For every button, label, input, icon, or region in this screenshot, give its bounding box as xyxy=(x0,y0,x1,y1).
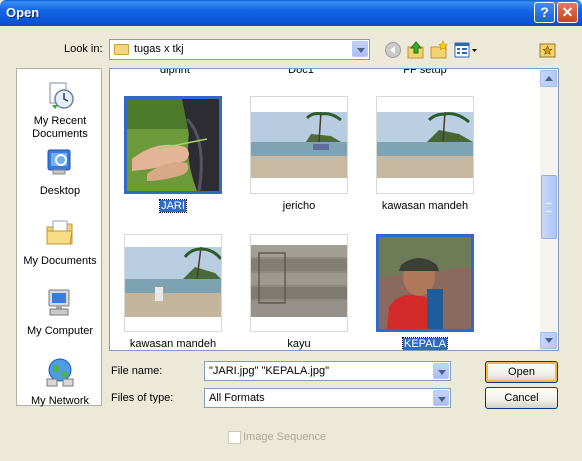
file-item-jericho[interactable]: jericho xyxy=(236,96,356,226)
thumbnail-frame xyxy=(250,96,348,194)
open-button[interactable]: Open xyxy=(485,361,558,383)
file-name: KEPALA xyxy=(402,337,448,350)
scroll-up-button[interactable] xyxy=(540,70,557,87)
vertical-scrollbar[interactable] xyxy=(540,69,558,350)
window-title: Open xyxy=(6,5,40,20)
cancel-button[interactable]: Cancel xyxy=(485,387,558,409)
file-item-jari[interactable]: JARI xyxy=(110,96,230,226)
thumbnail-frame xyxy=(124,96,222,194)
file-name: JARI xyxy=(159,199,187,213)
file-name: jericho xyxy=(282,200,316,212)
file-item-kepala[interactable]: KEPALA xyxy=(362,234,482,350)
thumbnail-fingers-grass xyxy=(127,99,219,191)
close-button[interactable]: ✕ xyxy=(557,2,578,23)
partial-file-label[interactable]: FF setup xyxy=(362,69,488,76)
my-network-icon xyxy=(46,358,74,387)
chevron-down-icon[interactable] xyxy=(433,390,449,406)
new-folder-icon[interactable] xyxy=(429,40,449,60)
thumbnail-frame xyxy=(124,234,222,332)
filetype-value: All Formats xyxy=(209,392,265,404)
thumbnail-frame xyxy=(250,234,348,332)
favorites-icon[interactable] xyxy=(538,40,558,60)
folder-icon xyxy=(114,44,129,55)
thumbnail-portrait xyxy=(379,237,471,329)
filetype-label: Files of type: xyxy=(111,392,174,404)
image-sequence-label: Image Sequence xyxy=(243,431,327,443)
lookin-value: tugas x tkj xyxy=(134,43,184,55)
recent-documents-icon xyxy=(49,82,74,109)
place-my-computer[interactable]: My Computer xyxy=(17,283,103,349)
file-item-kawasan-mandeh-2[interactable]: kawasan mandeh xyxy=(110,234,230,350)
back-icon[interactable] xyxy=(383,40,403,60)
place-label-line2: Documents xyxy=(32,128,88,140)
chevron-down-icon[interactable] xyxy=(352,41,368,57)
thumbnail-wood xyxy=(251,245,347,317)
place-label-line1: Desktop xyxy=(39,185,81,197)
thumbnail-frame xyxy=(376,96,474,194)
open-dialog: Open ? ✕ Look in: tugas x tkj My Recent … xyxy=(0,0,582,461)
file-name: kawasan mandeh xyxy=(381,200,469,212)
thumbnail-beach xyxy=(377,112,473,178)
title-bar[interactable]: Open ? ✕ xyxy=(0,0,582,26)
scroll-thumb[interactable] xyxy=(541,175,557,239)
filename-value: "JARI.jpg" "KEPALA.jpg" xyxy=(209,365,329,377)
lookin-dropdown[interactable]: tugas x tkj xyxy=(109,39,370,60)
chevron-down-icon[interactable] xyxy=(433,363,449,379)
filetype-dropdown[interactable]: All Formats xyxy=(204,388,451,408)
place-my-recent-documents[interactable]: My Recent Documents xyxy=(17,75,103,141)
scroll-down-button[interactable] xyxy=(540,332,557,349)
help-button[interactable]: ? xyxy=(534,2,555,23)
filename-label: File name: xyxy=(111,365,163,377)
image-sequence-checkbox[interactable] xyxy=(228,431,241,444)
lookin-label: Look in: xyxy=(64,43,103,55)
place-my-documents[interactable]: My Documents xyxy=(17,213,103,279)
desktop-icon xyxy=(47,149,71,175)
thumbnail-beach xyxy=(251,112,347,178)
thumbnail-beach xyxy=(125,247,221,317)
place-label-line1: My Network xyxy=(30,395,90,407)
file-item-kayu[interactable]: kayu xyxy=(236,234,356,350)
place-label-line1: My Documents xyxy=(23,255,97,267)
my-documents-icon xyxy=(46,220,73,245)
place-label-line1: My Recent xyxy=(33,115,87,127)
filename-input[interactable]: "JARI.jpg" "KEPALA.jpg" xyxy=(204,361,451,381)
place-my-network[interactable]: My Network xyxy=(17,353,103,419)
thumbnail-frame xyxy=(376,234,474,332)
file-item-kawasan-mandeh-1[interactable]: kawasan mandeh xyxy=(362,96,482,226)
partial-file-label[interactable]: diprint xyxy=(112,69,238,76)
place-label-line1: My Computer xyxy=(26,325,94,337)
file-list-view[interactable]: diprint Doc1 FF setup JARI jericho kawas… xyxy=(109,68,559,351)
partial-file-label[interactable]: Doc1 xyxy=(238,69,364,76)
views-menu-icon[interactable] xyxy=(453,40,479,60)
places-bar: My Recent Documents Desktop My Documents… xyxy=(16,68,103,407)
place-desktop[interactable]: Desktop xyxy=(17,143,103,209)
file-name: kayu xyxy=(287,338,311,350)
file-name: kawasan mandeh xyxy=(129,338,217,350)
my-computer-icon xyxy=(48,289,70,316)
up-folder-icon[interactable] xyxy=(406,40,426,60)
